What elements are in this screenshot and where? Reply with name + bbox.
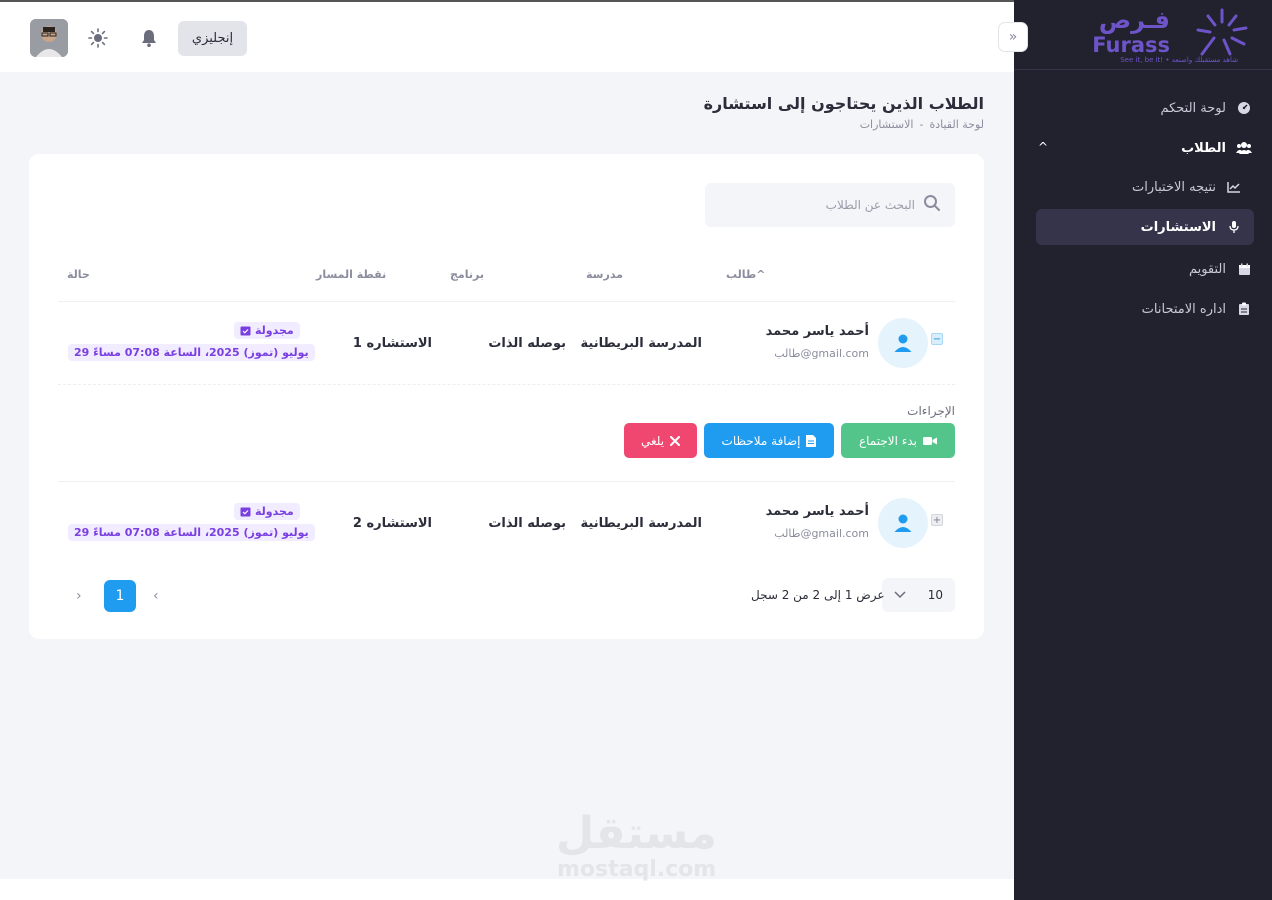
page-title: الطلاب الذين يحتاجون إلى استشارة	[703, 94, 984, 113]
user-icon	[894, 514, 912, 532]
footer-strip	[0, 879, 1014, 900]
breadcrumb: لوحة القيادة - الاستشارات	[860, 118, 984, 131]
student-email: طالب@gmail.com	[774, 347, 869, 360]
logo-arabic: فـرص	[1098, 6, 1170, 34]
pagination-prev-icon[interactable]: ‹	[153, 588, 159, 604]
calendar-check-icon	[240, 507, 251, 517]
sidebar-item-label: اداره الامتحانات	[1141, 301, 1226, 317]
header-school: مدرسة	[586, 268, 623, 281]
sidebar-item-consultations[interactable]: الاستشارات	[1036, 209, 1254, 245]
chevron-up-icon[interactable]: ^	[1038, 140, 1048, 154]
calendar-icon	[1236, 261, 1252, 277]
start-meeting-button[interactable]: بدء الاجتماع	[841, 423, 955, 458]
sidebar-item-test-results[interactable]: نتيجه الاختبارات	[1132, 170, 1242, 204]
sidebar-collapse-icon[interactable]: »	[998, 22, 1028, 52]
student-milestone: 2 الاستشاره	[352, 516, 432, 531]
cancel-button[interactable]: يلغي	[624, 423, 697, 458]
button-label: بدء الاجتماع	[858, 433, 918, 448]
student-program: بوصله الذات	[488, 516, 566, 531]
button-label: يلغي	[640, 433, 665, 448]
status-date: 29 يوليو (تموز) 2025، الساعة 07:08 مساءً	[68, 344, 315, 361]
header-status: حالة	[67, 268, 90, 281]
header-student[interactable]: طالب^	[726, 268, 766, 281]
breadcrumb-current: الاستشارات	[859, 118, 914, 131]
clipboard-icon	[1236, 301, 1252, 317]
student-name: أحمد ياسر محمد	[765, 504, 869, 519]
student-school: المدرسة البريطانية	[580, 516, 702, 531]
user-icon	[894, 334, 912, 352]
button-label: إضافة ملاحظات	[721, 433, 801, 448]
pagination-info: عرض 1 إلى 2 من 2 سجل	[751, 588, 885, 602]
sidebar-item-label: لوحة التحكم	[1160, 100, 1226, 116]
divider	[58, 384, 955, 385]
notifications-bell-icon[interactable]	[139, 28, 159, 48]
sidebar-item-calendar[interactable]: التقويم	[1189, 252, 1252, 286]
pagination-current-page[interactable]: 1	[104, 580, 136, 612]
close-icon	[670, 435, 681, 446]
header-milestone: نقطة المسار	[316, 268, 387, 281]
user-avatar[interactable]	[30, 19, 68, 57]
status-badge: مجدولة	[234, 322, 300, 339]
sidebar: فـرص Furass See it, be it! • شاهد مستقبل…	[1014, 0, 1272, 900]
breadcrumb-dashboard[interactable]: لوحة القيادة	[929, 118, 984, 131]
chart-icon	[1226, 179, 1242, 195]
breadcrumb-separator: -	[919, 118, 924, 131]
student-avatar	[878, 498, 928, 548]
logo-english: Furass	[1092, 33, 1170, 57]
page-size-value: 10	[927, 588, 943, 602]
dashboard-icon	[1236, 100, 1252, 116]
top-header: إنجليزي	[0, 0, 1014, 72]
status-text: مجدولة	[255, 505, 294, 518]
theme-toggle-sun-icon[interactable]	[88, 28, 108, 48]
divider	[58, 301, 955, 302]
watermark-arabic: مستقل	[556, 808, 717, 859]
status-badge: مجدولة	[234, 503, 300, 520]
student-email: طالب@gmail.com	[774, 527, 869, 540]
student-avatar	[878, 318, 928, 368]
pagination-next-icon[interactable]: ›	[76, 588, 82, 604]
document-icon	[806, 434, 817, 447]
chevron-down-icon	[894, 591, 906, 599]
language-button[interactable]: إنجليزي	[178, 21, 247, 56]
users-icon	[1236, 140, 1252, 156]
header-program: برنامج	[450, 268, 484, 281]
sidebar-item-dashboard[interactable]: لوحة التحكم	[1160, 91, 1252, 125]
calendar-check-icon	[240, 326, 251, 336]
watermark-english: mostaql.com	[557, 857, 717, 882]
student-milestone: 1 الاستشاره	[352, 336, 432, 351]
row-collapse-toggle[interactable]: −	[931, 333, 943, 345]
sidebar-item-label: التقويم	[1188, 261, 1226, 277]
sidebar-item-students[interactable]: الطلاب	[1181, 131, 1252, 165]
page-size-select[interactable]: 10	[882, 578, 955, 612]
row-expand-toggle[interactable]: +	[931, 514, 943, 526]
add-notes-button[interactable]: إضافة ملاحظات	[704, 423, 834, 458]
student-name: أحمد ياسر محمد	[765, 324, 869, 339]
search-icon[interactable]	[923, 194, 941, 216]
status-date: 29 يوليو (تموز) 2025، الساعة 07:08 مساءً	[68, 524, 315, 541]
student-program: بوصله الذات	[488, 336, 566, 351]
sidebar-item-label: الطلاب	[1181, 140, 1226, 156]
student-school: المدرسة البريطانية	[580, 336, 702, 351]
consultations-card: طالب^ مدرسة برنامج نقطة المسار حالة − أح…	[29, 154, 984, 639]
search-box	[705, 183, 955, 227]
search-input[interactable]	[719, 198, 915, 212]
divider	[58, 481, 955, 482]
logo: فـرص Furass See it, be it! • شاهد مستقبل…	[1014, 0, 1272, 70]
video-icon	[923, 436, 938, 445]
sidebar-item-label: الاستشارات	[1140, 219, 1216, 235]
status-text: مجدولة	[255, 324, 294, 337]
microphone-icon	[1226, 219, 1242, 235]
actions-label: الإجراءات	[907, 404, 955, 418]
logo-burst-icon	[1196, 8, 1248, 56]
sidebar-item-exams[interactable]: اداره الامتحانات	[1142, 292, 1252, 326]
sidebar-item-label: نتيجه الاختبارات	[1132, 179, 1216, 195]
